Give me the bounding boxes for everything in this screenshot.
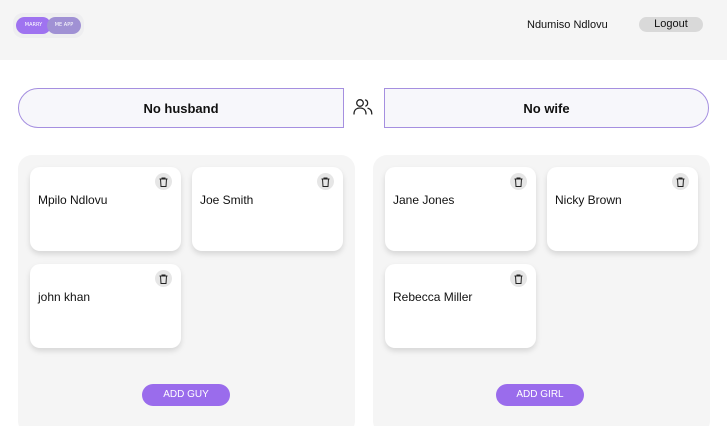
delete-girl-button[interactable] [672, 173, 689, 190]
delete-girl-button[interactable] [510, 270, 527, 287]
girl-name: Jane Jones [393, 193, 455, 207]
selected-wife-slot[interactable]: No wife [384, 88, 709, 128]
trash-icon [514, 177, 523, 187]
user-name: Ndumiso Ndlovu [527, 19, 608, 31]
delete-guy-button[interactable] [155, 270, 172, 287]
guy-name: Joe Smith [200, 193, 254, 207]
girl-card[interactable]: Jane Jones [385, 167, 536, 251]
top-bar: MARRY ME APP Ndumiso Ndlovu Logout [0, 0, 727, 60]
logo-text-marry: MARRY [16, 17, 51, 34]
app-logo[interactable]: MARRY ME APP [13, 13, 84, 38]
selected-husband-label: No husband [143, 100, 219, 116]
trash-icon [159, 274, 168, 284]
guy-card[interactable]: Joe Smith [192, 167, 343, 251]
selected-husband-slot[interactable]: No husband [18, 88, 344, 128]
delete-guy-button[interactable] [317, 173, 334, 190]
guy-name: Mpilo Ndlovu [38, 193, 108, 207]
trash-icon [514, 274, 523, 284]
girls-panel: Jane Jones Nicky Brown Rebecca Miller AD… [373, 155, 710, 426]
trash-icon [321, 177, 330, 187]
trash-icon [676, 177, 685, 187]
girl-card[interactable]: Nicky Brown [547, 167, 698, 251]
delete-guy-button[interactable] [155, 173, 172, 190]
girl-card[interactable]: Rebecca Miller [385, 264, 536, 348]
girl-name: Nicky Brown [555, 193, 622, 207]
guy-card[interactable]: john khan [30, 264, 181, 348]
trash-icon [159, 177, 168, 187]
users-icon[interactable] [353, 98, 373, 116]
guy-name: john khan [38, 290, 91, 304]
delete-girl-button[interactable] [510, 173, 527, 190]
guys-panel: Mpilo Ndlovu Joe Smith john khan ADD GUY [18, 155, 355, 426]
girl-name: Rebecca Miller [393, 290, 473, 304]
add-guy-button[interactable]: ADD GUY [142, 384, 230, 406]
selected-wife-label: No wife [523, 100, 570, 116]
logout-button[interactable]: Logout [639, 17, 703, 32]
logo-text-me-app: ME APP [47, 17, 81, 34]
add-girl-button[interactable]: ADD GIRL [496, 384, 584, 406]
guy-card[interactable]: Mpilo Ndlovu [30, 167, 181, 251]
